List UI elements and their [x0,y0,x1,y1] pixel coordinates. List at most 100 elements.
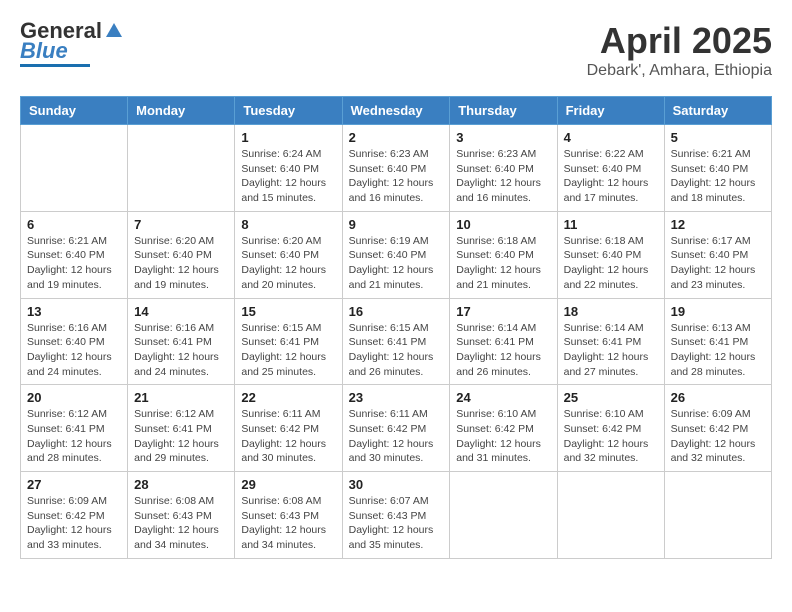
calendar-day-cell: 1 Sunrise: 6:24 AM Sunset: 6:40 PM Daylig… [235,125,342,212]
calendar-day-cell: 9 Sunrise: 6:19 AM Sunset: 6:40 PM Daylig… [342,211,450,298]
calendar-day-cell: 7 Sunrise: 6:20 AM Sunset: 6:40 PM Daylig… [128,211,235,298]
calendar-day-cell: 19Sunrise: 6:13 AM Sunset: 6:41 PM Dayli… [664,298,771,385]
calendar-day-cell: 14 Sunrise: 6:16 AM Sunset: 6:41 PM Dayli… [128,298,235,385]
day-of-week-header: Friday [557,97,664,125]
day-number: 21 [134,390,228,405]
day-number: 9 [349,217,444,232]
day-info: Sunrise: 6:20 AM Sunset: 6:40 PM Dayligh… [241,234,335,293]
day-of-week-header: Sunday [21,97,128,125]
day-info: Sunrise: 6:09 AM Sunset: 6:42 PM Dayligh… [671,407,765,466]
calendar-day-cell: 24 Sunrise: 6:10 AM Sunset: 6:42 PM Dayli… [450,385,557,472]
calendar-day-cell: 4 Sunrise: 6:22 AM Sunset: 6:40 PM Daylig… [557,125,664,212]
day-info: Sunrise: 6:08 AM Sunset: 6:43 PM Dayligh… [134,494,228,553]
day-number: 25 [564,390,658,405]
day-number: 20 [27,390,121,405]
calendar-day-cell: 13 Sunrise: 6:16 AM Sunset: 6:40 PM Dayli… [21,298,128,385]
calendar-day-cell: 6 Sunrise: 6:21 AM Sunset: 6:40 PM Daylig… [21,211,128,298]
calendar-day-cell [21,125,128,212]
page-header: General Blue April 2025 Debark', Amhara,… [20,20,772,80]
day-info: Sunrise: 6:21 AM Sunset: 6:40 PM Dayligh… [671,147,765,206]
day-number: 4 [564,130,658,145]
calendar-day-cell: 2 Sunrise: 6:23 AM Sunset: 6:40 PM Daylig… [342,125,450,212]
calendar-day-cell: 5Sunrise: 6:21 AM Sunset: 6:40 PM Daylig… [664,125,771,212]
day-number: 30 [349,477,444,492]
calendar-day-cell: 12 Sunrise: 6:17 AM Sunset: 6:40 PM Dayli… [664,211,771,298]
day-number: 13 [27,304,121,319]
day-number: 12 [671,217,765,232]
day-number: 19 [671,304,765,319]
day-number: 23 [349,390,444,405]
day-info: Sunrise: 6:14 AM Sunset: 6:41 PM Dayligh… [456,321,550,380]
day-info: Sunrise: 6:23 AM Sunset: 6:40 PM Dayligh… [349,147,444,206]
day-info: Sunrise: 6:18 AM Sunset: 6:40 PM Dayligh… [456,234,550,293]
calendar-day-cell: 28 Sunrise: 6:08 AM Sunset: 6:43 PM Dayli… [128,472,235,559]
logo: General Blue [20,20,124,67]
day-info: Sunrise: 6:15 AM Sunset: 6:41 PM Dayligh… [241,321,335,380]
logo-underline [20,64,90,67]
day-number: 10 [456,217,550,232]
calendar-week-row: 13 Sunrise: 6:16 AM Sunset: 6:40 PM Dayli… [21,298,772,385]
title-block: April 2025 Debark', Amhara, Ethiopia [587,20,772,80]
day-info: Sunrise: 6:17 AM Sunset: 6:40 PM Dayligh… [671,234,765,293]
day-number: 6 [27,217,121,232]
day-number: 11 [564,217,658,232]
day-info: Sunrise: 6:21 AM Sunset: 6:40 PM Dayligh… [27,234,121,293]
calendar-week-row: 1 Sunrise: 6:24 AM Sunset: 6:40 PM Daylig… [21,125,772,212]
calendar-day-cell: 18 Sunrise: 6:14 AM Sunset: 6:41 PM Dayli… [557,298,664,385]
calendar-day-cell [664,472,771,559]
calendar-day-cell: 29 Sunrise: 6:08 AM Sunset: 6:43 PM Dayli… [235,472,342,559]
day-number: 28 [134,477,228,492]
calendar-week-row: 20 Sunrise: 6:12 AM Sunset: 6:41 PM Dayli… [21,385,772,472]
day-number: 26 [671,390,765,405]
day-info: Sunrise: 6:18 AM Sunset: 6:40 PM Dayligh… [564,234,658,293]
day-info: Sunrise: 6:16 AM Sunset: 6:40 PM Dayligh… [27,321,121,380]
day-info: Sunrise: 6:24 AM Sunset: 6:40 PM Dayligh… [241,147,335,206]
calendar-day-cell: 20Sunrise: 6:12 AM Sunset: 6:41 PM Dayli… [21,385,128,472]
calendar-day-cell: 8Sunrise: 6:20 AM Sunset: 6:40 PM Daylig… [235,211,342,298]
day-number: 2 [349,130,444,145]
day-number: 18 [564,304,658,319]
calendar-title: April 2025 [587,20,772,62]
day-number: 17 [456,304,550,319]
day-number: 14 [134,304,228,319]
calendar-day-cell: 22 Sunrise: 6:11 AM Sunset: 6:42 PM Dayli… [235,385,342,472]
day-info: Sunrise: 6:07 AM Sunset: 6:43 PM Dayligh… [349,494,444,553]
day-number: 7 [134,217,228,232]
calendar-day-cell: 16 Sunrise: 6:15 AM Sunset: 6:41 PM Dayli… [342,298,450,385]
logo-icon [104,21,124,41]
day-info: Sunrise: 6:16 AM Sunset: 6:41 PM Dayligh… [134,321,228,380]
calendar-week-row: 6 Sunrise: 6:21 AM Sunset: 6:40 PM Daylig… [21,211,772,298]
day-info: Sunrise: 6:15 AM Sunset: 6:41 PM Dayligh… [349,321,444,380]
calendar-day-cell: 10 Sunrise: 6:18 AM Sunset: 6:40 PM Dayli… [450,211,557,298]
day-info: Sunrise: 6:10 AM Sunset: 6:42 PM Dayligh… [456,407,550,466]
calendar-day-cell: 27Sunrise: 6:09 AM Sunset: 6:42 PM Dayli… [21,472,128,559]
calendar-day-cell: 25 Sunrise: 6:10 AM Sunset: 6:42 PM Dayli… [557,385,664,472]
day-info: Sunrise: 6:14 AM Sunset: 6:41 PM Dayligh… [564,321,658,380]
calendar-day-cell: 30 Sunrise: 6:07 AM Sunset: 6:43 PM Dayli… [342,472,450,559]
day-of-week-header: Monday [128,97,235,125]
logo-text-blue: Blue [20,40,68,62]
day-number: 22 [241,390,335,405]
day-info: Sunrise: 6:09 AM Sunset: 6:42 PM Dayligh… [27,494,121,553]
day-info: Sunrise: 6:10 AM Sunset: 6:42 PM Dayligh… [564,407,658,466]
calendar-day-cell: 11 Sunrise: 6:18 AM Sunset: 6:40 PM Dayli… [557,211,664,298]
calendar-day-cell [128,125,235,212]
day-info: Sunrise: 6:12 AM Sunset: 6:41 PM Dayligh… [134,407,228,466]
day-number: 16 [349,304,444,319]
calendar-header-row: SundayMondayTuesdayWednesdayThursdayFrid… [21,97,772,125]
day-number: 29 [241,477,335,492]
day-number: 24 [456,390,550,405]
calendar-week-row: 27Sunrise: 6:09 AM Sunset: 6:42 PM Dayli… [21,472,772,559]
calendar-subtitle: Debark', Amhara, Ethiopia [587,62,772,80]
day-info: Sunrise: 6:11 AM Sunset: 6:42 PM Dayligh… [241,407,335,466]
calendar-day-cell: 15 Sunrise: 6:15 AM Sunset: 6:41 PM Dayli… [235,298,342,385]
day-info: Sunrise: 6:19 AM Sunset: 6:40 PM Dayligh… [349,234,444,293]
calendar-day-cell: 26 Sunrise: 6:09 AM Sunset: 6:42 PM Dayli… [664,385,771,472]
calendar-day-cell: 3Sunrise: 6:23 AM Sunset: 6:40 PM Daylig… [450,125,557,212]
day-info: Sunrise: 6:22 AM Sunset: 6:40 PM Dayligh… [564,147,658,206]
day-info: Sunrise: 6:08 AM Sunset: 6:43 PM Dayligh… [241,494,335,553]
day-number: 15 [241,304,335,319]
day-of-week-header: Wednesday [342,97,450,125]
day-number: 1 [241,130,335,145]
day-info: Sunrise: 6:20 AM Sunset: 6:40 PM Dayligh… [134,234,228,293]
